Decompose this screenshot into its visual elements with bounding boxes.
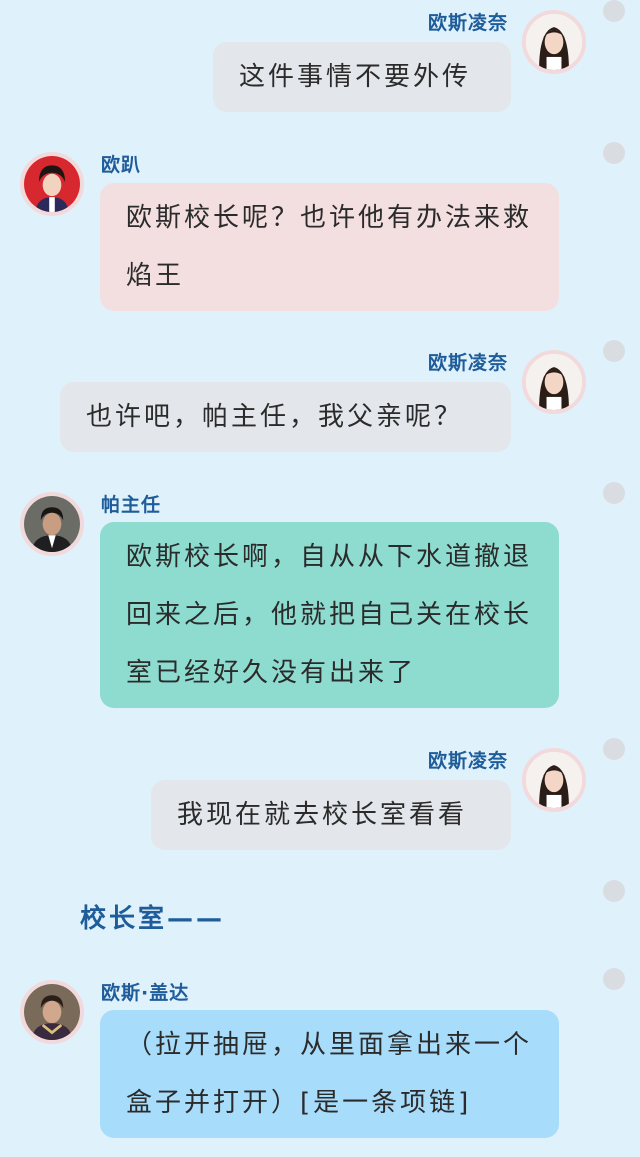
speaker-name: 欧斯凌奈 <box>427 12 508 34</box>
girl-avatar-icon[interactable] <box>522 748 586 812</box>
message-bubble[interactable]: 也许吧，帕主任，我父亲呢？ <box>60 382 511 452</box>
speaker-name: 欧趴 <box>101 154 142 176</box>
speaker-name: 帕主任 <box>101 494 162 516</box>
girl-avatar-icon[interactable] <box>522 10 586 74</box>
man-robe-avatar-icon[interactable] <box>20 980 84 1044</box>
scene-label: 校长室—— <box>80 904 226 934</box>
speaker-name: 欧斯凌奈 <box>427 352 508 374</box>
speaker-name: 欧斯凌奈 <box>427 750 508 772</box>
scroll-dot <box>603 880 625 902</box>
message-bubble[interactable]: 这件事情不要外传 <box>213 42 511 112</box>
man-suit-avatar-icon[interactable] <box>20 492 84 556</box>
scroll-dot <box>603 142 625 164</box>
speaker-name: 欧斯·盖达 <box>101 982 190 1004</box>
scroll-dot <box>603 968 625 990</box>
scroll-dot <box>603 340 625 362</box>
message-bubble[interactable]: （拉开抽屉，从里面拿出来一个盒子并打开）[是一条项链] <box>100 1010 559 1138</box>
scroll-dot <box>603 738 625 760</box>
boy-red-avatar-icon[interactable] <box>20 152 84 216</box>
girl-avatar-icon[interactable] <box>522 350 586 414</box>
message-bubble[interactable]: 欧斯校长呢？也许他有办法来救焰王 <box>100 183 559 311</box>
scroll-dot <box>603 482 625 504</box>
message-bubble[interactable]: 欧斯校长啊，自从从下水道撤退回来之后，他就把自己关在校长室已经好久没有出来了 <box>100 522 559 708</box>
scroll-dot <box>603 0 625 22</box>
message-bubble[interactable]: 我现在就去校长室看看 <box>151 780 511 850</box>
